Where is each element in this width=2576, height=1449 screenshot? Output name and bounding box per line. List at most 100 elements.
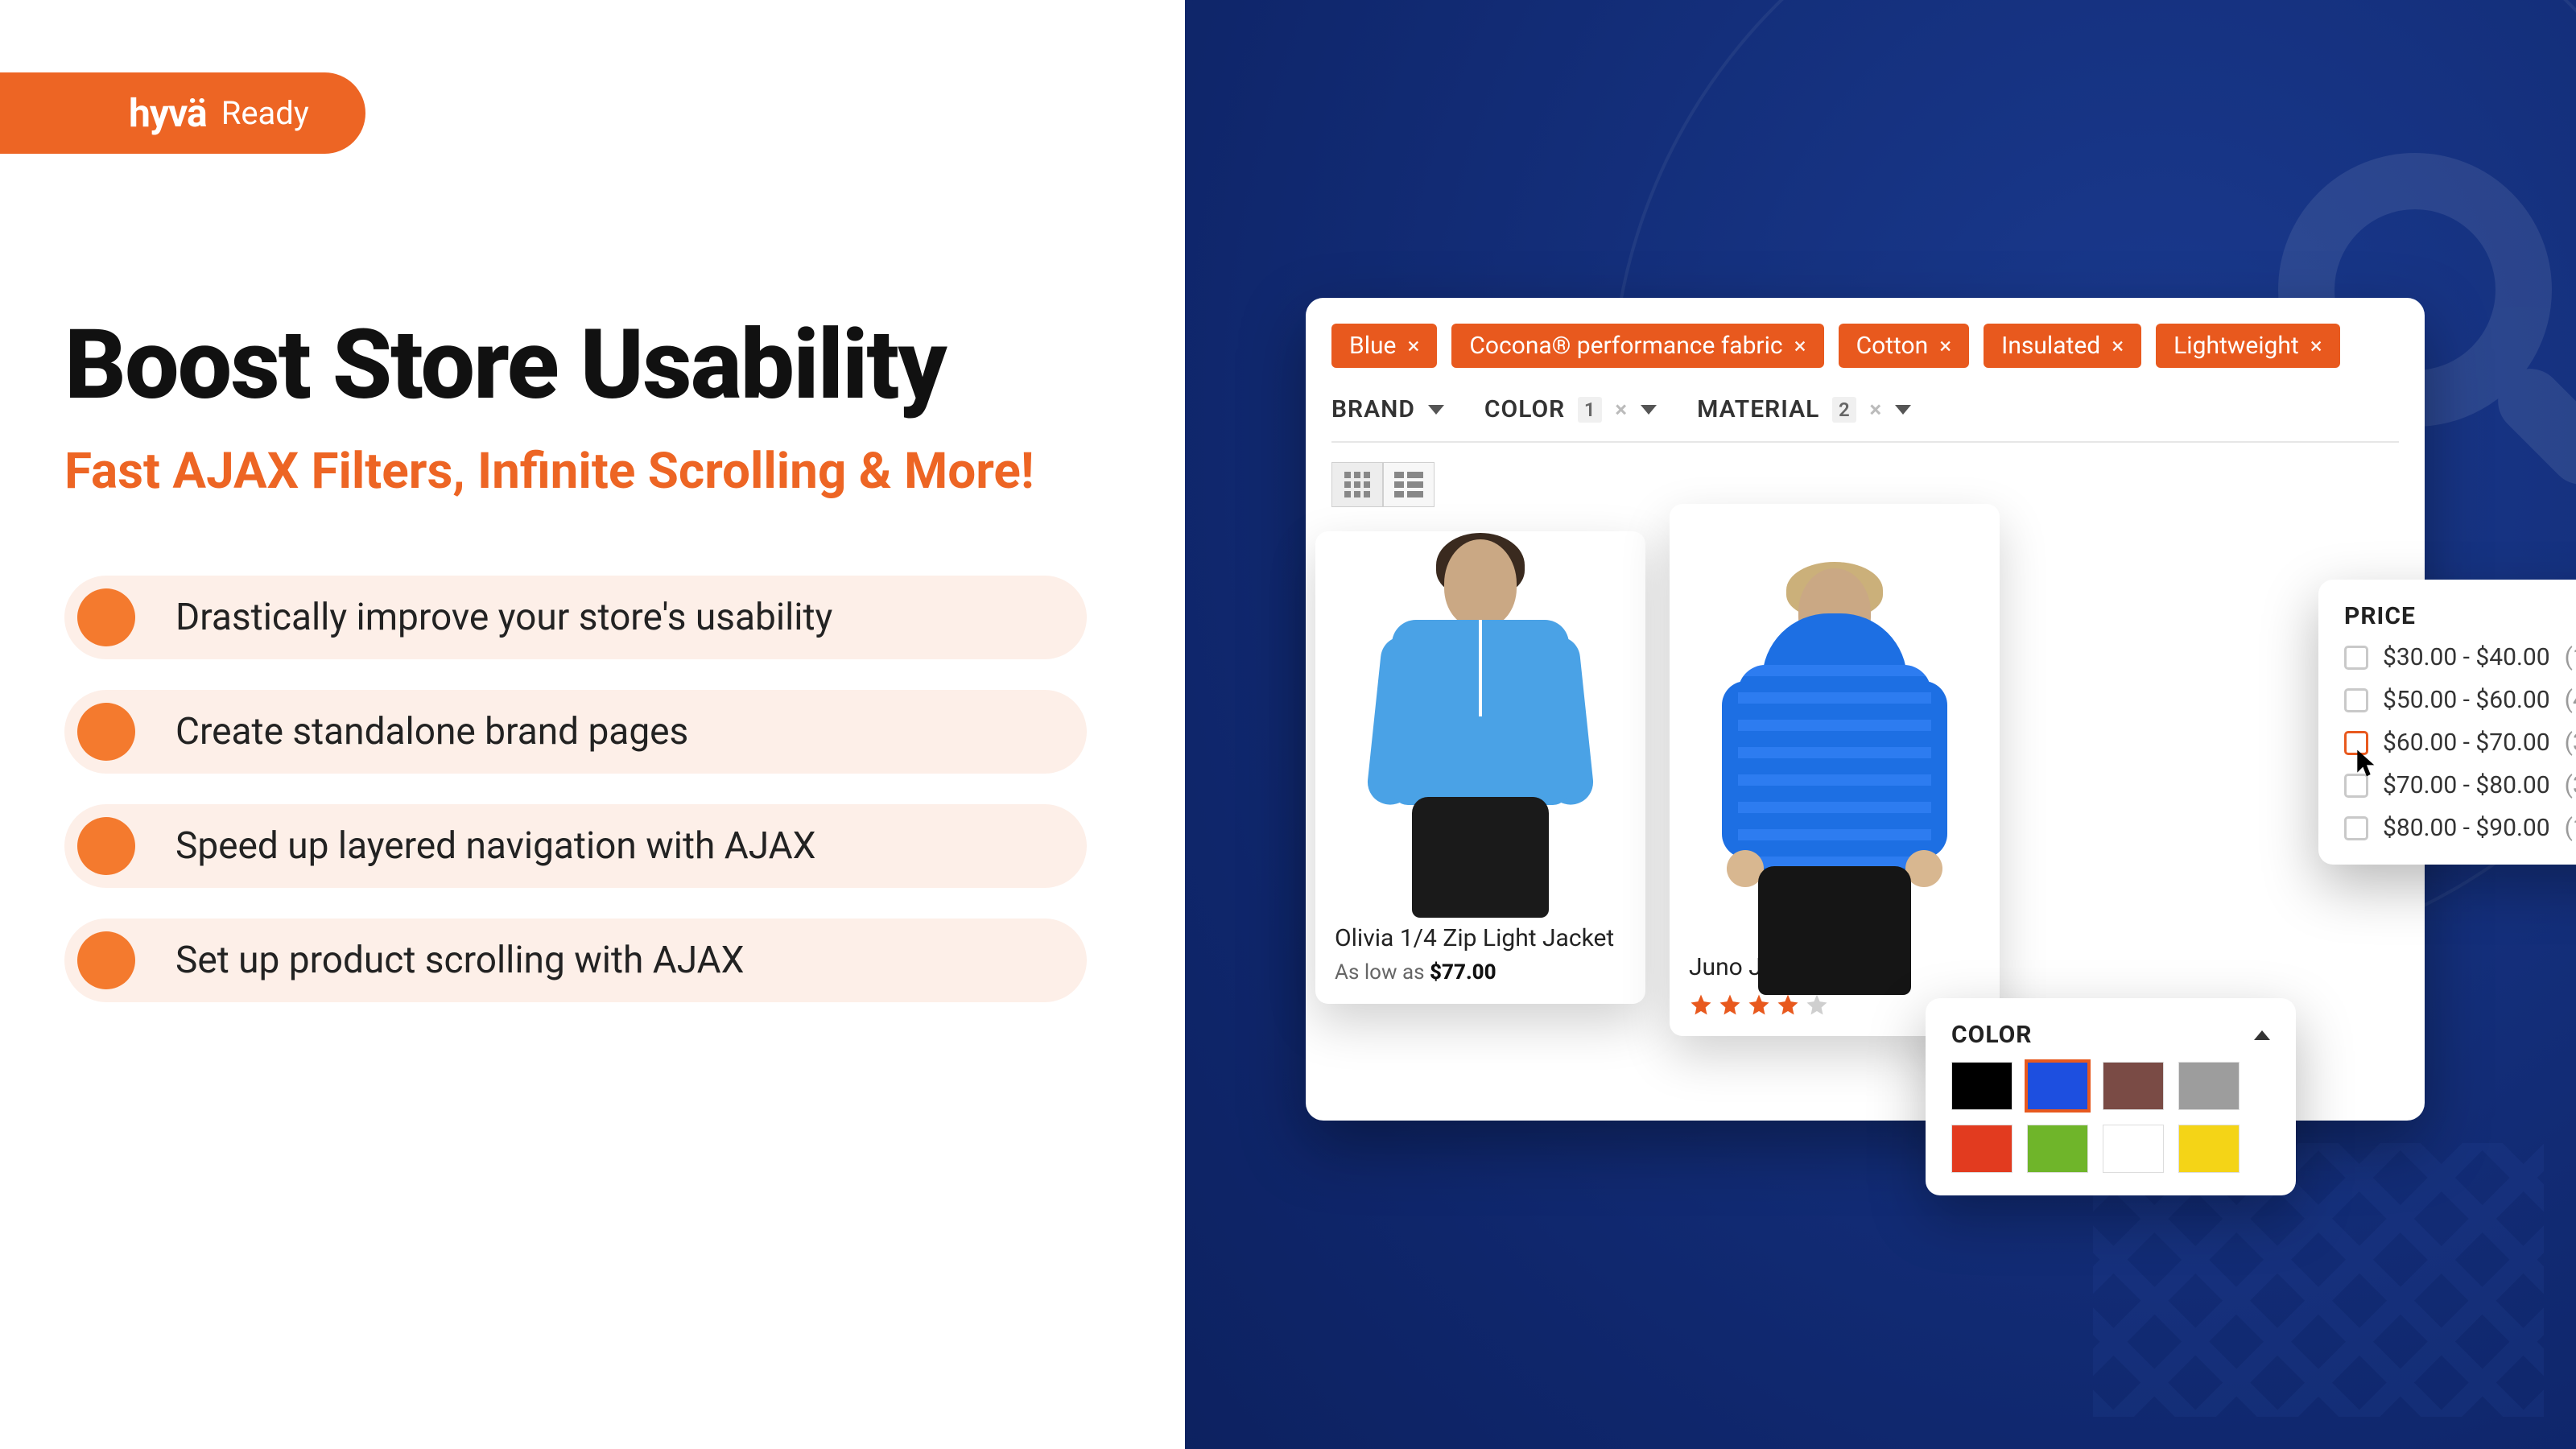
price-option[interactable]: $50.00 - $60.00 (4) [2344,686,2576,714]
product-image [1670,504,2000,939]
feature-bullet: Set up product scrolling with AJAX [64,919,1087,1002]
chip-label: Blue [1349,332,1396,360]
price-option-list: $30.00 - $40.00 (1) $50.00 - $60.00 (4) … [2344,643,2576,842]
star-icon [1718,993,1742,1017]
color-swatch-white[interactable] [2103,1125,2164,1173]
filter-chip-lightweight[interactable]: Lightweight × [2156,324,2340,368]
feature-bullet: Drastically improve your store's usabili… [64,576,1087,659]
star-icon [1747,993,1771,1017]
chevron-down-icon [1895,405,1911,415]
price-range-label: $80.00 - $90.00 [2383,814,2550,842]
filter-clear-icon[interactable]: × [1615,396,1628,423]
view-mode-toggle [1331,462,2399,507]
price-filter-popover: PRICE $30.00 - $40.00 (1) $50.00 - $60.0… [2318,580,2576,865]
popover-title: COLOR [1951,1021,2033,1049]
list-view-button[interactable] [1383,462,1435,507]
storefront-card: Blue × Cocona® performance fabric × Cott… [1306,298,2425,1121]
filter-chip-cotton[interactable]: Cotton × [1839,324,1970,368]
filter-label: COLOR [1484,395,1565,423]
bullet-text: Speed up layered navigation with AJAX [175,824,816,868]
product-price: $77.00 [1430,960,1496,985]
checkbox-icon[interactable] [2344,688,2368,712]
hyva-ready-badge: hyvä Ready [0,72,365,154]
color-swatch-black[interactable] [1951,1062,2013,1110]
bullet-text: Drastically improve your store's usabili… [175,596,832,639]
price-range-count: (1) [2565,643,2576,671]
price-range-count: (3) [2565,771,2576,799]
filter-chip-blue[interactable]: Blue × [1331,324,1437,368]
filter-clear-icon[interactable]: × [1869,396,1882,423]
hyva-logo-text: hyvä [129,90,207,136]
product-price-line: As low as $77.00 [1335,960,1626,985]
filter-brand[interactable]: BRAND [1331,395,1444,423]
chip-remove-icon[interactable]: × [1407,332,1419,359]
bullet-dot-icon [77,817,135,875]
marketing-left-panel: hyvä Ready Boost Store Usability Fast AJ… [0,0,1185,1449]
list-icon [1394,472,1423,497]
bullet-dot-icon [77,588,135,646]
bullet-text: Create standalone brand pages [175,710,688,753]
filter-color[interactable]: COLOR 1 × [1484,395,1657,423]
star-icon [1689,993,1713,1017]
color-filter-popover: COLOR [1926,998,2296,1195]
filter-chip-cocona[interactable]: Cocona® performance fabric × [1451,324,1823,368]
grid-icon [1344,472,1370,497]
price-range-count: (3) [2565,729,2576,757]
checkbox-icon[interactable] [2344,816,2368,840]
chip-label: Insulated [2001,332,2100,360]
star-icon [1805,993,1829,1017]
price-option[interactable]: $30.00 - $40.00 (1) [2344,643,2576,671]
chip-remove-icon[interactable]: × [1939,332,1951,359]
filter-label: MATERIAL [1697,395,1819,423]
price-option[interactable]: $70.00 - $80.00 (3) [2344,771,2576,799]
filter-attribute-bar: BRAND COLOR 1 × MATERIAL 2 × [1331,395,2399,443]
chip-label: Lightweight [2174,332,2299,360]
price-range-label: $70.00 - $80.00 [2383,771,2550,799]
bullet-text: Set up product scrolling with AJAX [175,939,745,982]
color-swatch-gray[interactable] [2178,1062,2240,1110]
color-swatch-yellow[interactable] [2178,1125,2240,1173]
filter-chip-insulated[interactable]: Insulated × [1984,324,2141,368]
checkbox-icon[interactable] [2344,646,2368,670]
feature-bullet: Speed up layered navigation with AJAX [64,804,1087,888]
mouse-cursor-icon [2355,748,2378,778]
price-range-label: $50.00 - $60.00 [2383,686,2550,714]
chip-remove-icon[interactable]: × [1794,332,1806,359]
demo-right-panel: Blue × Cocona® performance fabric × Cott… [1185,0,2576,1449]
color-swatch-grid [1951,1062,2270,1173]
chip-remove-icon[interactable]: × [2112,332,2124,359]
model-illustration [1368,539,1593,910]
color-swatch-red[interactable] [1951,1125,2013,1173]
price-range-count: (4) [2565,686,2576,714]
price-range-count: (1) [2565,814,2576,842]
price-option[interactable]: $60.00 - $70.00 (3) [2344,729,2576,757]
bullet-dot-icon [77,931,135,989]
color-swatch-blue[interactable] [2027,1062,2088,1110]
chip-label: Cotton [1856,332,1929,360]
chip-label: Cocona® performance fabric [1469,332,1782,360]
price-prefix: As low as [1335,960,1430,985]
filter-count-badge: 2 [1832,397,1856,423]
chevron-down-icon [1428,405,1444,415]
product-name: Olivia 1/4 Zip Light Jacket [1335,924,1626,952]
color-swatch-brown[interactable] [2103,1062,2164,1110]
product-image [1315,531,1645,910]
active-filter-chips: Blue × Cocona® performance fabric × Cott… [1331,324,2399,368]
filter-label: BRAND [1331,395,1415,423]
chevron-down-icon [1641,405,1657,415]
bullet-dot-icon [77,703,135,761]
filter-count-badge: 1 [1578,397,1602,423]
feature-bullet: Create standalone brand pages [64,690,1087,774]
price-option[interactable]: $80.00 - $90.00 (1) [2344,814,2576,842]
model-illustration [1722,568,1947,939]
color-swatch-green[interactable] [2027,1125,2088,1173]
filter-material[interactable]: MATERIAL 2 × [1697,395,1911,423]
feature-bullet-list: Drastically improve your store's usabili… [64,576,1121,1002]
product-card-olivia[interactable]: Olivia 1/4 Zip Light Jacket As low as $7… [1315,531,1645,1004]
chevron-up-icon[interactable] [2254,1030,2270,1040]
chip-remove-icon[interactable]: × [2310,332,2322,359]
product-card-juno[interactable]: Juno Jacket [1670,504,2000,1036]
grid-view-button[interactable] [1331,462,1383,507]
popover-title: PRICE [2344,602,2416,630]
price-range-label: $30.00 - $40.00 [2383,643,2550,671]
